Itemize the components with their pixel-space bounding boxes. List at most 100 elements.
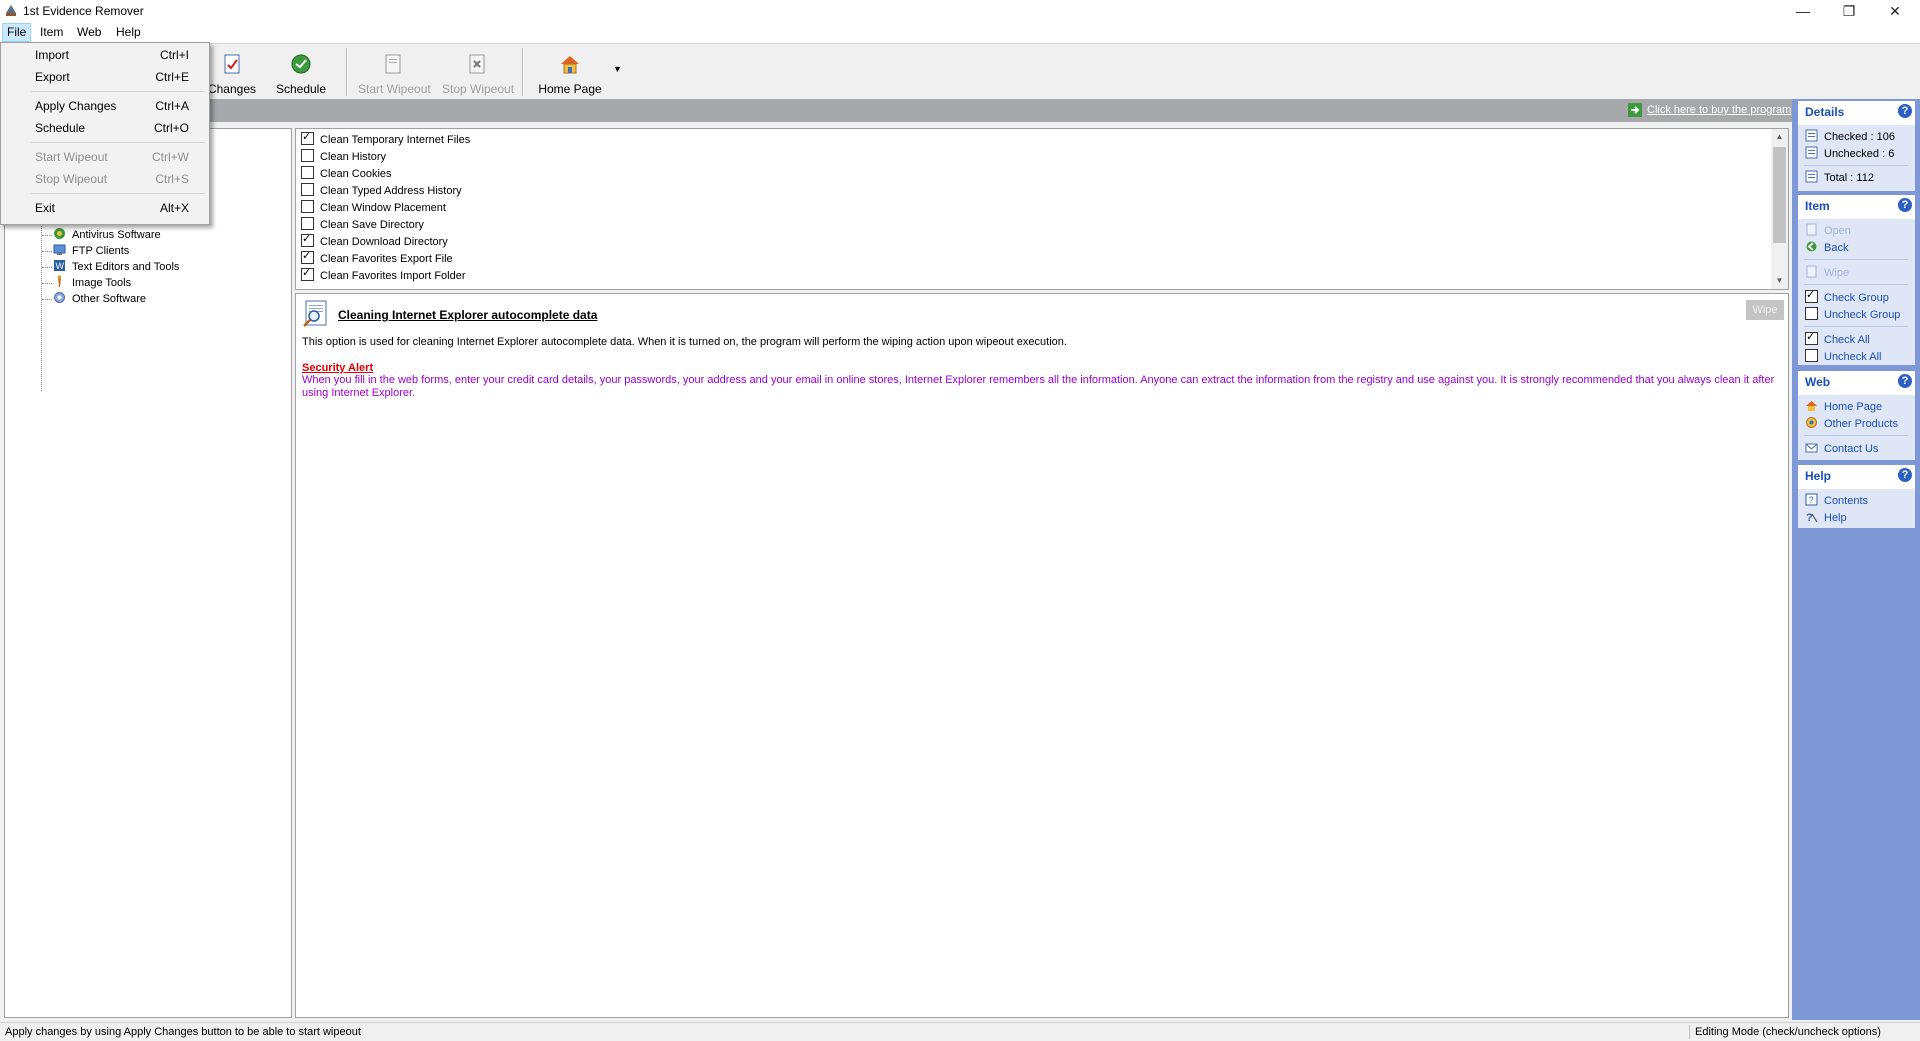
tree-item-label: Antivirus Software — [72, 229, 161, 241]
option-label: Clean Save Directory — [320, 219, 424, 231]
home-page-label: Home Page — [538, 82, 602, 96]
help-link[interactable]: ? Help — [1805, 510, 1847, 526]
menu-file[interactable]: File — [2, 23, 32, 42]
options-scrollbar[interactable]: ▲ ▼ — [1771, 129, 1788, 289]
option-row[interactable]: Clean History — [301, 149, 386, 166]
item-header[interactable]: Item ? — [1798, 195, 1915, 219]
contents-link[interactable]: ? Contents — [1805, 493, 1868, 509]
home-page-link[interactable]: Home Page — [1805, 399, 1882, 415]
option-checkbox[interactable] — [301, 217, 314, 230]
menu-export-shortcut: Ctrl+E — [155, 70, 189, 84]
contact-us-link[interactable]: Contact Us — [1805, 441, 1878, 457]
option-row[interactable]: Clean Favorites Import Folder — [301, 266, 466, 285]
option-checkbox[interactable] — [301, 130, 314, 145]
option-row[interactable]: Clean Temporary Internet Files — [301, 130, 471, 149]
menu-separator — [31, 193, 205, 194]
web-help-icon[interactable]: ? — [1898, 374, 1912, 388]
option-row[interactable]: Clean Typed Address History — [301, 183, 462, 200]
menu-start-wipeout[interactable]: Start Wipeout — [35, 148, 108, 166]
option-checkbox[interactable] — [301, 183, 314, 196]
scroll-down-icon[interactable]: ▼ — [1771, 273, 1788, 289]
option-row[interactable]: Clean Save Directory — [301, 217, 424, 234]
menu-separator — [31, 142, 205, 143]
open-link[interactable]: Open — [1805, 223, 1851, 239]
apply-changes-icon — [224, 54, 240, 74]
tree-item-text-editors[interactable]: W Text Editors and Tools — [53, 259, 179, 275]
option-checkbox[interactable] — [301, 200, 314, 213]
help-title: Help — [1805, 469, 1832, 483]
menu-exit[interactable]: Exit — [35, 199, 55, 217]
title-bar: 1st Evidence Remover — ❐ ✕ — [0, 0, 1920, 22]
toolbar: Changes Schedule Start Wipeout Stop Wipe… — [0, 43, 1920, 100]
schedule-button[interactable]: Schedule — [266, 50, 336, 96]
option-checkbox[interactable] — [301, 232, 314, 247]
window-title: 1st Evidence Remover — [23, 4, 144, 18]
minimize-button[interactable]: — — [1780, 0, 1826, 22]
check-all-link[interactable]: Check All — [1805, 330, 1870, 348]
menu-help[interactable]: Help — [112, 24, 145, 41]
option-checkbox[interactable] — [301, 149, 314, 162]
option-checkbox[interactable] — [301, 266, 314, 281]
uncheck-group-link[interactable]: Uncheck Group — [1805, 307, 1900, 323]
tree-item-antivirus[interactable]: Antivirus Software — [53, 227, 161, 243]
wipe-button[interactable]: Wipe — [1746, 300, 1784, 320]
task-panel: Details ? Checked : 106 Unchecked : 6 To… — [1792, 99, 1920, 1020]
close-button[interactable]: ✕ — [1872, 0, 1918, 22]
tree-connector — [42, 235, 52, 236]
stop-wipeout-button[interactable]: Stop Wipeout — [442, 50, 515, 96]
menu-import[interactable]: Import — [35, 46, 69, 64]
option-checkbox[interactable] — [301, 249, 314, 264]
option-row[interactable]: Clean Favorites Export File — [301, 249, 453, 268]
tree-item-label: Other Software — [72, 293, 146, 305]
option-row[interactable]: Clean Download Directory — [301, 232, 448, 251]
buy-program-link[interactable]: Click here to buy the program — [1647, 104, 1791, 116]
option-row[interactable]: Clean Window Placement — [301, 200, 446, 217]
option-row[interactable]: Clean Cookies — [301, 166, 392, 183]
back-link[interactable]: Back — [1805, 240, 1848, 256]
option-label: Clean Favorites Import Folder — [320, 270, 466, 282]
web-header[interactable]: Web ? — [1798, 371, 1915, 395]
menu-item[interactable]: Item — [36, 24, 67, 41]
schedule-icon — [291, 54, 311, 74]
menu-web[interactable]: Web — [73, 24, 105, 41]
menu-schedule[interactable]: Schedule — [35, 119, 85, 137]
menu-stop-wipeout[interactable]: Stop Wipeout — [35, 170, 107, 188]
svg-text:W: W — [56, 261, 65, 271]
stop-wipeout-icon — [469, 54, 485, 74]
scroll-thumb[interactable] — [1773, 147, 1786, 243]
restore-button[interactable]: ❐ — [1826, 0, 1872, 22]
option-label: Clean Temporary Internet Files — [320, 134, 471, 146]
uncheck-all-link[interactable]: Uncheck All — [1805, 349, 1881, 365]
menu-apply-changes[interactable]: Apply Changes — [35, 97, 116, 115]
home-page-dropdown-icon[interactable]: ▼ — [613, 64, 622, 74]
wipe-link[interactable]: Wipe — [1805, 265, 1849, 281]
menu-export[interactable]: Export — [35, 68, 70, 86]
home-page-button[interactable]: Home Page — [535, 50, 605, 96]
scroll-up-icon[interactable]: ▲ — [1771, 129, 1788, 145]
tree-connector — [42, 299, 52, 300]
item-help-icon[interactable]: ? — [1898, 198, 1912, 212]
info-band: Click here to buy the program — [0, 99, 1792, 122]
details-help-icon[interactable]: ? — [1898, 104, 1912, 118]
other-products-link[interactable]: Other Products — [1805, 416, 1898, 432]
tree-connector — [42, 283, 52, 284]
check-group-link[interactable]: Check Group — [1805, 288, 1889, 306]
stop-wipeout-label: Stop Wipeout — [442, 82, 515, 96]
help-help-icon[interactable]: ? — [1898, 468, 1912, 482]
help-icon: ? — [1806, 512, 1818, 523]
start-wipeout-button[interactable]: Start Wipeout — [358, 50, 431, 96]
tree-connector — [42, 251, 52, 252]
details-header[interactable]: Details ? — [1798, 101, 1915, 125]
other-products-label: Other Products — [1824, 418, 1898, 430]
option-checkbox[interactable] — [301, 166, 314, 179]
option-label: Clean History — [320, 151, 387, 163]
option-label: Clean Cookies — [320, 168, 392, 180]
help-header[interactable]: Help ? — [1798, 465, 1915, 489]
tree-item-other-software[interactable]: Other Software — [53, 291, 146, 307]
antivirus-icon — [54, 228, 65, 239]
check-all-label: Check All — [1824, 334, 1870, 346]
tree-item-image-tools[interactable]: Image Tools — [53, 275, 131, 291]
wipe-icon — [1806, 265, 1817, 278]
tree-item-ftp-clients[interactable]: FTP Clients — [53, 243, 129, 259]
svg-text:?: ? — [1809, 495, 1814, 505]
